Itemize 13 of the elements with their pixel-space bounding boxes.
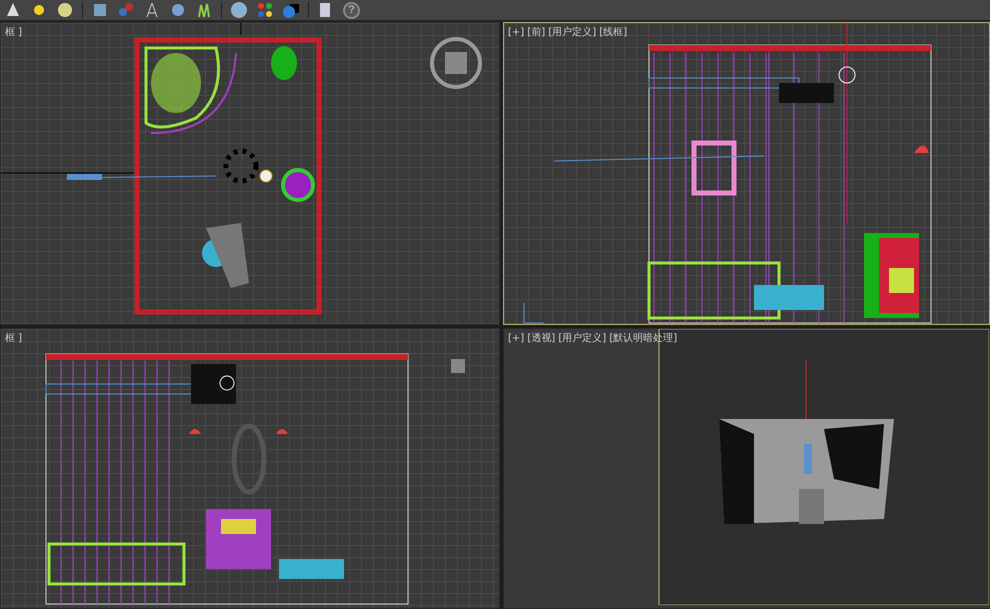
light-sphere-icon[interactable]	[56, 1, 74, 19]
viewport[interactable]: 框 ]	[0, 22, 500, 325]
material-sphere-icon[interactable]	[282, 1, 300, 19]
viewport-label[interactable]: 框 ]	[5, 25, 22, 39]
viewcube-icon[interactable]	[428, 35, 484, 91]
particle-grid-icon[interactable]	[91, 1, 109, 19]
cone-icon[interactable]	[4, 1, 22, 19]
viewport[interactable]: [+] [前] [用户定义] [线框]	[503, 22, 990, 325]
color-dots-icon[interactable]	[256, 1, 274, 19]
viewport-label[interactable]: 框 ]	[5, 331, 22, 345]
sphere-icon[interactable]	[230, 1, 248, 19]
viewport[interactable]: 框 ]	[0, 328, 500, 609]
viewport-label[interactable]: [+] [前] [用户定义] [线框]	[508, 25, 628, 39]
